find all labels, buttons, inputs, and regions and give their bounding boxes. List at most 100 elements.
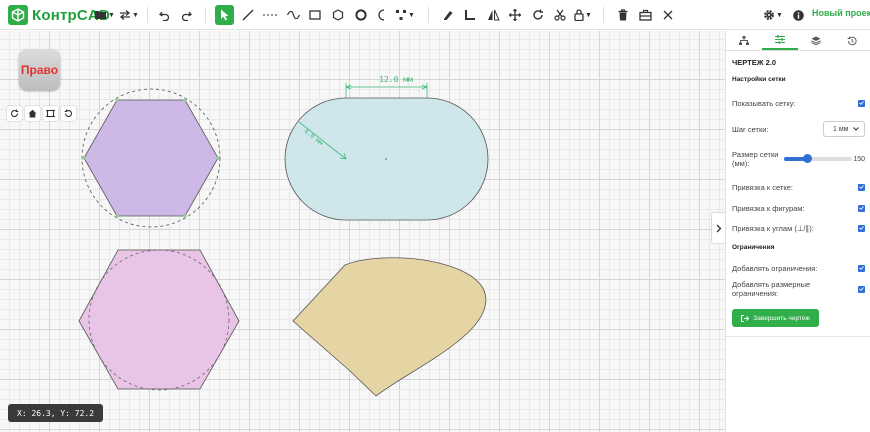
- snap-angles-checkbox[interactable]: [858, 224, 865, 232]
- chevron-right-icon: [716, 224, 721, 232]
- corner-icon: [465, 10, 475, 20]
- hierarchy-icon: [739, 36, 749, 45]
- panel-toggle-button[interactable]: [711, 212, 725, 244]
- show-grid-checkbox[interactable]: [858, 99, 865, 107]
- grid-size-slider[interactable]: [783, 154, 852, 163]
- info-icon: [792, 9, 804, 21]
- dashed-line-icon: [263, 14, 277, 16]
- slot-shape[interactable]: 12.0 мм 6.0 мм: [284, 75, 489, 221]
- grid-step-row: Шаг сетки: 1 мм: [732, 118, 865, 140]
- delete-button[interactable]: [614, 6, 632, 24]
- hexagon-top[interactable]: [81, 88, 221, 228]
- cube-logo-icon: [8, 5, 28, 25]
- corner-tool-button[interactable]: [461, 6, 479, 24]
- check-icon: [859, 266, 864, 270]
- panel-tabs: [726, 31, 870, 51]
- reset-view-button[interactable]: [61, 106, 76, 121]
- freeform-shape[interactable]: [292, 257, 487, 397]
- arc-tool-button[interactable]: [374, 6, 390, 24]
- lock-tool-button[interactable]: ▼: [573, 6, 593, 24]
- check-icon: [859, 226, 864, 230]
- grid-size-row: Размер сетки (мм): 150: [732, 146, 865, 172]
- sketch-title: ЧЕРТЕЖ 2.0: [732, 58, 777, 67]
- line-icon: [242, 9, 254, 21]
- circle-tool-button[interactable]: [352, 6, 370, 24]
- undo-button[interactable]: [156, 6, 172, 24]
- rotate-view-button[interactable]: [7, 106, 22, 121]
- grid-settings-heading: Настройки сетки: [732, 76, 786, 83]
- view-cube[interactable]: Право: [19, 49, 60, 90]
- snap-shapes-checkbox[interactable]: [858, 204, 865, 212]
- snap-grid-checkbox[interactable]: [858, 183, 865, 191]
- constraints-heading: Ограничения: [732, 244, 775, 251]
- grid-step-select[interactable]: 1 мм: [823, 121, 865, 137]
- rectangle-tool-button[interactable]: [306, 6, 324, 24]
- spline-tool-button[interactable]: [284, 6, 302, 24]
- hexagon-bottom[interactable]: [78, 249, 240, 391]
- points-tool-button[interactable]: ▼: [394, 6, 416, 24]
- cut-tool-button[interactable]: [551, 6, 569, 24]
- grid-size-slider-handle[interactable]: [803, 154, 813, 163]
- view-cube-label: Право: [20, 62, 59, 77]
- snap-angles-row: Привязка к углам (⊥/∥):: [732, 218, 865, 238]
- tab-properties[interactable]: [762, 31, 798, 50]
- close-icon: [663, 10, 673, 20]
- close-button[interactable]: [659, 6, 677, 24]
- cursor-coordinates: X: 26.3, Y: 72.2: [8, 404, 104, 422]
- undo-icon: [158, 11, 169, 21]
- mirror-tool-button[interactable]: [484, 6, 502, 24]
- home-icon: [28, 109, 37, 118]
- move-icon: [509, 9, 521, 21]
- exit-icon: [741, 314, 750, 322]
- add-constraints-row: Добавлять ограничения:: [732, 257, 865, 279]
- move-tool-button[interactable]: [506, 6, 524, 24]
- folder-icon: [95, 11, 107, 19]
- settings-menu-button[interactable]: ▼: [762, 6, 784, 24]
- lock-icon: [574, 9, 584, 21]
- add-constraints-label: Добавлять ограничения:: [732, 263, 818, 273]
- show-grid-label: Показывать сетку:: [732, 98, 796, 108]
- redo-button[interactable]: [178, 6, 194, 24]
- align-button[interactable]: [636, 6, 654, 24]
- pen-tool-button[interactable]: [439, 6, 457, 24]
- fit-view-button[interactable]: [43, 106, 58, 121]
- circle-icon: [355, 9, 367, 21]
- add-constraints-checkbox[interactable]: [858, 264, 865, 272]
- add-dim-constraints-checkbox[interactable]: [858, 285, 865, 293]
- polygon-tool-button[interactable]: [329, 6, 347, 24]
- select-tool-button[interactable]: [215, 5, 234, 25]
- home-view-button[interactable]: [25, 106, 40, 121]
- redo-icon: [181, 11, 192, 21]
- project-name[interactable]: Новый проект: [812, 8, 870, 18]
- toolbar-separator: [428, 7, 429, 23]
- view-controls: [7, 106, 76, 121]
- length-dimension-label[interactable]: 12.0 мм: [379, 75, 413, 84]
- toolbox-icon: [638, 9, 652, 21]
- drawing-canvas[interactable]: 12.0 мм 6.0 мм Право X: 26.3, Y: 72.2: [0, 31, 725, 432]
- snap-shapes-label: Привязка к фигурам:: [732, 203, 805, 213]
- toolbar-separator: [205, 7, 206, 23]
- add-dim-constraints-label: Добавлять размерные ограничения:: [732, 280, 811, 298]
- snap-grid-label: Привязка к сетке:: [732, 182, 793, 192]
- rectangle-icon: [309, 10, 321, 20]
- file-menu-button[interactable]: ▼: [94, 6, 116, 24]
- rotate-icon: [533, 9, 543, 20]
- construction-line-tool-button[interactable]: [261, 6, 279, 24]
- tab-history[interactable]: [834, 31, 870, 50]
- info-button[interactable]: [790, 6, 806, 24]
- transfer-menu-button[interactable]: ▼: [118, 6, 140, 24]
- add-dim-constraints-row: Добавлять размерные ограничения:: [732, 279, 865, 299]
- tab-layers[interactable]: [798, 31, 834, 50]
- tab-tree[interactable]: [726, 31, 762, 50]
- points-icon: [396, 10, 407, 20]
- wave-icon: [286, 11, 300, 19]
- grid-size-label: Размер сетки (мм):: [732, 150, 779, 168]
- rotate-tool-button[interactable]: [529, 6, 547, 24]
- finish-sketch-button[interactable]: Завершить чертеж: [732, 309, 819, 327]
- frame-icon: [46, 109, 55, 118]
- sliders-icon: [775, 35, 785, 44]
- layers-icon: [811, 36, 821, 45]
- main-toolbar: КонтрCAD ▼ ▼ ▼ ▼ ▼ Новый проект: [0, 0, 870, 30]
- sketch-shapes[interactable]: 12.0 мм 6.0 мм: [0, 31, 725, 432]
- line-tool-button[interactable]: [239, 6, 257, 24]
